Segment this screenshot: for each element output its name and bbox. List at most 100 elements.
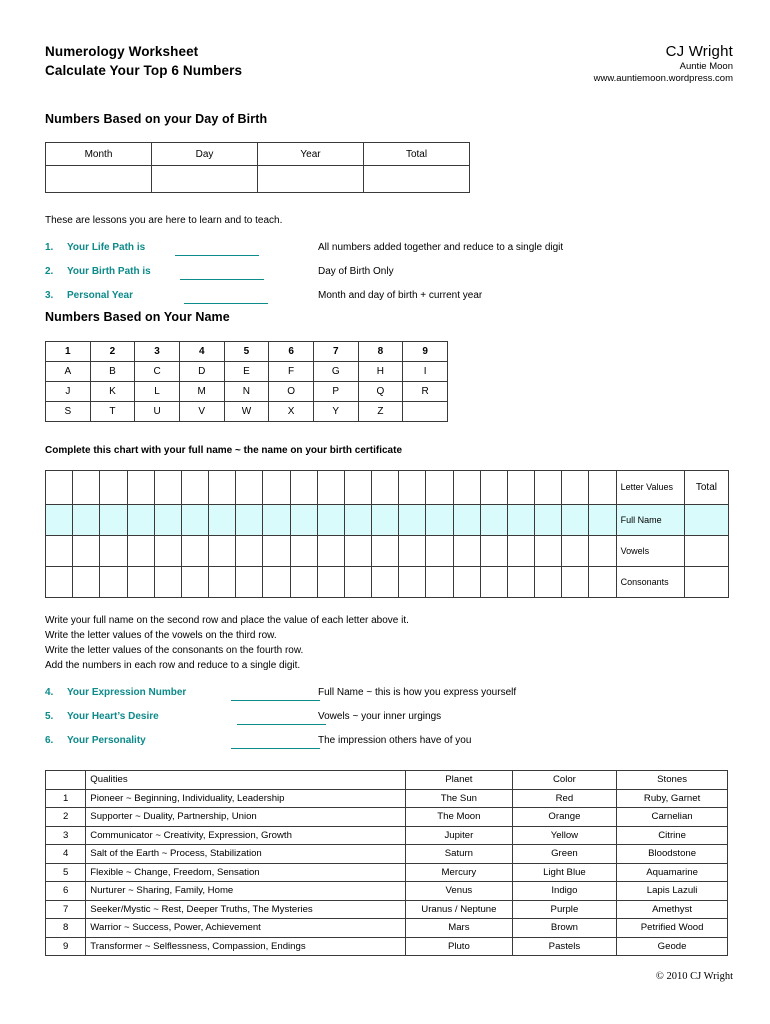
name-chart-cell[interactable]: [343, 470, 373, 505]
birth-input-total[interactable]: [363, 165, 470, 193]
birth-input-year[interactable]: [257, 165, 364, 193]
name-chart-cell[interactable]: [398, 566, 427, 598]
numbered-item-answer-blank[interactable]: [231, 699, 320, 701]
numbered-item-answer-blank[interactable]: [180, 278, 264, 280]
name-chart-cell[interactable]: [479, 566, 508, 598]
numbered-item-answer-blank[interactable]: [237, 723, 326, 725]
name-chart-cell[interactable]: [534, 566, 563, 598]
birth-input-day[interactable]: [151, 165, 258, 193]
name-chart-cell[interactable]: [398, 535, 427, 567]
name-chart-cell[interactable]: [534, 470, 563, 505]
name-chart-cell[interactable]: [506, 535, 536, 567]
name-chart-cell[interactable]: [180, 470, 210, 505]
name-chart-cell[interactable]: [425, 504, 454, 536]
name-chart-cell[interactable]: [316, 470, 345, 505]
name-chart-cell[interactable]: [506, 566, 536, 598]
name-chart-cell[interactable]: [588, 566, 617, 598]
name-chart-cell[interactable]: [44, 566, 74, 598]
name-chart-cell[interactable]: [316, 535, 345, 567]
name-chart-cell[interactable]: [44, 504, 74, 536]
name-chart-cell[interactable]: [371, 470, 400, 505]
numbered-item-answer-blank[interactable]: [184, 302, 268, 304]
name-chart-cell[interactable]: [289, 504, 318, 536]
name-chart-cell[interactable]: [235, 535, 264, 567]
name-chart-cell[interactable]: [262, 535, 291, 567]
name-chart-total-cell[interactable]: [683, 535, 730, 567]
name-chart-cell[interactable]: [479, 535, 508, 567]
name-chart-cell[interactable]: [534, 535, 563, 567]
name-chart-cell[interactable]: [262, 566, 291, 598]
name-chart-cell[interactable]: [561, 535, 590, 567]
name-chart-cell[interactable]: [425, 470, 454, 505]
numbered-item-answer-blank[interactable]: [175, 254, 259, 256]
name-chart-cell[interactable]: [208, 535, 237, 567]
name-chart-cell[interactable]: [398, 470, 427, 505]
name-chart-cell[interactable]: [180, 535, 210, 567]
name-chart-cell[interactable]: [289, 535, 318, 567]
name-chart-cell[interactable]: [126, 470, 155, 505]
name-chart-cell[interactable]: [452, 535, 481, 567]
name-chart-cell[interactable]: [235, 504, 264, 536]
name-chart-cell[interactable]: [479, 504, 508, 536]
name-chart-cell[interactable]: [99, 535, 128, 567]
name-chart-cell[interactable]: [425, 566, 454, 598]
name-chart-cell[interactable]: [99, 566, 128, 598]
name-chart-cell[interactable]: [425, 535, 454, 567]
name-chart-cell[interactable]: [343, 535, 373, 567]
name-chart-cell[interactable]: [262, 504, 291, 536]
name-chart-cell[interactable]: [153, 566, 182, 598]
name-chart-cell[interactable]: [534, 504, 563, 536]
name-chart-cell[interactable]: [506, 504, 536, 536]
birth-input-month[interactable]: [45, 165, 152, 193]
name-chart-cell[interactable]: [371, 566, 400, 598]
brand-block: CJ Wright Auntie Moon www.auntiemoon.wor…: [594, 42, 733, 86]
numbered-item-answer-blank[interactable]: [231, 747, 320, 749]
name-chart-cell[interactable]: [153, 535, 182, 567]
name-chart-cell[interactable]: [208, 470, 237, 505]
name-chart-cell[interactable]: [72, 470, 101, 505]
name-chart-cell[interactable]: [180, 504, 210, 536]
name-chart-cell[interactable]: [99, 470, 128, 505]
name-chart-cell[interactable]: [235, 470, 264, 505]
name-chart-cell[interactable]: [316, 566, 345, 598]
name-chart-cell[interactable]: [99, 504, 128, 536]
name-chart-cell[interactable]: [126, 566, 155, 598]
name-chart-cell[interactable]: [452, 504, 481, 536]
name-chart-cell[interactable]: [72, 535, 101, 567]
name-chart-cell[interactable]: [72, 504, 101, 536]
name-chart-cell[interactable]: [44, 470, 74, 505]
name-chart-cell[interactable]: [316, 504, 345, 536]
name-chart-cell[interactable]: [153, 470, 182, 505]
name-chart-cell[interactable]: [343, 566, 373, 598]
name-chart-cell[interactable]: [72, 566, 101, 598]
name-chart-cell[interactable]: [343, 504, 373, 536]
name-chart-cell[interactable]: [289, 470, 318, 505]
name-chart-cell[interactable]: [371, 504, 400, 536]
name-chart-cell[interactable]: [44, 535, 74, 567]
name-chart-cell[interactable]: [588, 504, 617, 536]
name-chart-total-cell[interactable]: [683, 504, 730, 536]
name-chart-cell[interactable]: [479, 470, 508, 505]
name-chart-cell[interactable]: [506, 470, 536, 505]
name-chart-cell[interactable]: [208, 504, 237, 536]
name-chart-cell[interactable]: [235, 566, 264, 598]
name-chart-cell[interactable]: [289, 566, 318, 598]
name-chart-cell[interactable]: [126, 535, 155, 567]
name-chart-cell[interactable]: [262, 470, 291, 505]
qualities-cell-stones: Geode: [616, 936, 728, 956]
name-chart-cell[interactable]: [588, 535, 617, 567]
name-chart-cell[interactable]: [208, 566, 237, 598]
name-chart-cell[interactable]: [153, 504, 182, 536]
name-chart-cell[interactable]: [561, 504, 590, 536]
name-chart-cell[interactable]: [126, 504, 155, 536]
name-chart-cell[interactable]: [588, 470, 617, 505]
name-chart-cell[interactable]: [561, 566, 590, 598]
name-chart-cell[interactable]: [180, 566, 210, 598]
numbered-item: 5. Your Heart’s Desire Vowels ~ your inner…: [45, 711, 735, 735]
name-chart-cell[interactable]: [452, 470, 481, 505]
name-chart-total-cell[interactable]: [683, 566, 730, 598]
name-chart-cell[interactable]: [561, 470, 590, 505]
name-chart-cell[interactable]: [398, 504, 427, 536]
name-chart-cell[interactable]: [371, 535, 400, 567]
name-chart-cell[interactable]: [452, 566, 481, 598]
